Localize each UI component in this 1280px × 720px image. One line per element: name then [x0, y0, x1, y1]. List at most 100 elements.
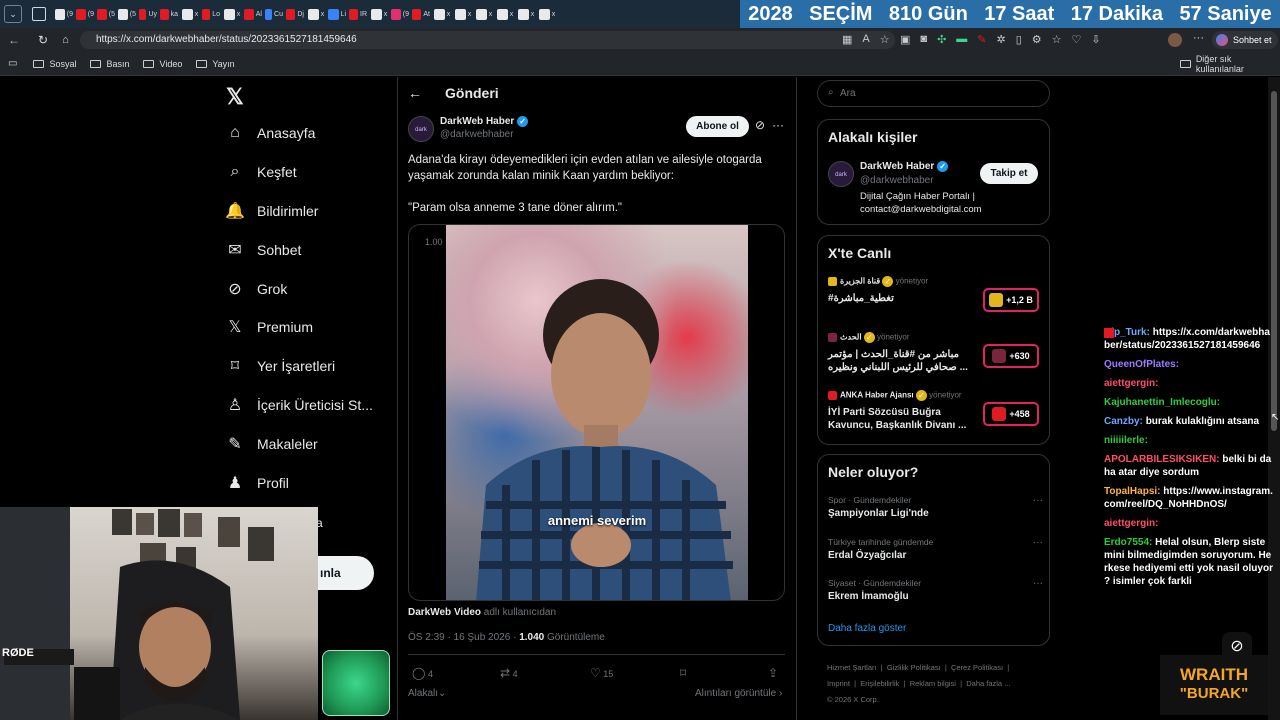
- trend-more-icon[interactable]: ···: [1033, 578, 1043, 589]
- bookmark-manager-icon[interactable]: ▭: [8, 58, 17, 69]
- browser-tab[interactable]: Al: [244, 4, 262, 24]
- browser-tab[interactable]: x: [538, 4, 556, 24]
- sidebar-item-9[interactable]: ✎ Makaleler: [226, 435, 317, 453]
- sidebar-item-8[interactable]: ♙ İçerik Üreticisi St...: [226, 396, 373, 414]
- workspaces-icon[interactable]: [32, 7, 46, 21]
- favorite-star-icon[interactable]: ☆: [880, 33, 890, 46]
- video-source-name[interactable]: DarkWeb Video: [408, 607, 481, 618]
- grid-icon[interactable]: ▦: [842, 33, 852, 46]
- repost-button[interactable]: ⇄ 4: [500, 666, 518, 680]
- browser-tab[interactable]: x: [475, 4, 493, 24]
- browser-tab[interactable]: (9: [391, 4, 409, 24]
- browser-tab[interactable]: (5: [97, 4, 115, 24]
- author-handle[interactable]: @darkwebhaber: [440, 129, 528, 140]
- browser-tab[interactable]: x: [181, 4, 199, 24]
- grok-icon[interactable]: ⊘: [755, 118, 765, 132]
- browser-tab[interactable]: Uy: [139, 4, 157, 24]
- copilot-chat-button[interactable]: Sohbet et: [1212, 31, 1278, 49]
- browser-tab[interactable]: (9: [55, 4, 73, 24]
- browser-tab[interactable]: At: [412, 4, 430, 24]
- split-screen-icon[interactable]: ▯: [1016, 33, 1022, 46]
- bookmark-folder-sosyal[interactable]: Sosyal: [33, 59, 76, 69]
- person-name[interactable]: DarkWeb Haber: [860, 161, 934, 172]
- subscribe-button[interactable]: Abone ol: [686, 116, 749, 137]
- tab-list-icon[interactable]: ⌄: [4, 5, 22, 23]
- footer-privacy[interactable]: Gizlilik Politikası: [887, 663, 941, 672]
- browser-tab[interactable]: Li: [328, 4, 346, 24]
- browser-tab[interactable]: x: [517, 4, 535, 24]
- author-name[interactable]: DarkWeb Haber: [440, 116, 514, 127]
- browser-tab[interactable]: IR: [349, 4, 367, 24]
- trend-item[interactable]: Spor · Gündemdekiler Şampiyonlar Ligi'nde…: [828, 495, 1043, 519]
- bookmark-button[interactable]: ⌑: [680, 666, 686, 680]
- like-button[interactable]: ♡ 15: [590, 666, 613, 680]
- live-item[interactable]: ANKA Haber Ajansı ✓ yönetiyor İYİ Parti S…: [828, 390, 1043, 440]
- trend-item[interactable]: Siyaset · Gündemdekiler Ekrem İmamoğlu ···: [828, 578, 1043, 602]
- footer-accessibility[interactable]: Erişilebilirlik: [860, 679, 899, 688]
- person-avatar[interactable]: dark: [828, 161, 854, 187]
- trend-more-icon[interactable]: ···: [1033, 537, 1043, 548]
- bookmark-folder-basin[interactable]: Basın: [90, 59, 129, 69]
- browser-tab[interactable]: x: [496, 4, 514, 24]
- sidebar-item-2[interactable]: ⌕ Keşfet: [226, 163, 297, 181]
- extension-icon[interactable]: ▣: [900, 33, 910, 46]
- post-more-icon[interactable]: ···: [772, 118, 784, 132]
- footer-ads[interactable]: Reklam bilgisi: [910, 679, 956, 688]
- search-box[interactable]: ⌕ Ara: [817, 80, 1050, 107]
- browser-tab[interactable]: x: [307, 4, 325, 24]
- extension-icon[interactable]: ▬: [956, 33, 967, 46]
- author-avatar[interactable]: dark: [408, 116, 434, 142]
- reply-button[interactable]: ◯ 4: [412, 666, 433, 680]
- bookmark-folder-video[interactable]: Video: [143, 59, 182, 69]
- x-logo-icon[interactable]: 𝕏: [226, 84, 244, 110]
- home-icon[interactable]: ⌂: [62, 34, 69, 46]
- sidebar-item-7[interactable]: ⌑ Yer İşaretleri: [226, 357, 335, 375]
- download-icon[interactable]: ⇩: [1091, 33, 1100, 46]
- back-arrow-icon[interactable]: ←: [408, 85, 422, 101]
- extension-icon[interactable]: ✎: [977, 33, 986, 46]
- collections-icon[interactable]: ☆: [1052, 33, 1062, 46]
- browser-tab[interactable]: x: [370, 4, 388, 24]
- health-icon[interactable]: ♡: [1072, 33, 1082, 46]
- show-more-link[interactable]: Daha fazla göster: [828, 623, 906, 634]
- browser-tab[interactable]: (5: [118, 4, 136, 24]
- post-timestamp[interactable]: ÖS 2:39 · 16 Şub 2026 ·: [408, 632, 519, 643]
- extension-icon[interactable]: ✣: [937, 33, 946, 46]
- browser-tab[interactable]: x: [454, 4, 472, 24]
- person-handle[interactable]: @darkwebhaber: [860, 175, 934, 186]
- post-button[interactable]: ınla: [316, 556, 374, 590]
- share-button[interactable]: ⇪: [768, 666, 778, 680]
- back-icon[interactable]: ←: [8, 33, 20, 47]
- refresh-icon[interactable]: ↻: [38, 33, 48, 47]
- footer-imprint[interactable]: Imprint: [827, 679, 850, 688]
- address-bar[interactable]: https://x.com/darkwebhaber/status/202336…: [80, 31, 895, 49]
- trend-item[interactable]: Türkiye tarihinde gündemde Erdal Özyağcıl…: [828, 537, 1043, 561]
- browser-tab[interactable]: x: [433, 4, 451, 24]
- profile-avatar[interactable]: [1168, 33, 1182, 47]
- live-item[interactable]: الحدث ✓ yönetiyor مباشر من #قناة_الحدث | …: [828, 332, 1043, 382]
- settings-gear-icon[interactable]: ⚙: [1032, 33, 1042, 46]
- view-quotes-link[interactable]: Alıntıları görüntüle ›: [695, 688, 782, 699]
- sidebar-item-1[interactable]: ⌂ Anasayfa: [226, 124, 315, 142]
- sidebar-item-10[interactable]: ♟ Profil: [226, 474, 289, 492]
- sidebar-item-5[interactable]: ⊘ Grok: [226, 280, 287, 298]
- related-dropdown[interactable]: Alakalı⌄: [408, 688, 446, 699]
- footer-cookies[interactable]: Çerez Politikası: [951, 663, 1003, 672]
- extension-icon[interactable]: ◙: [920, 33, 927, 46]
- browser-tab[interactable]: (9: [76, 4, 94, 24]
- bookmark-folder-yayin[interactable]: Yayın: [196, 59, 235, 69]
- footer-terms[interactable]: Hizmet Şartları: [827, 663, 877, 672]
- more-menu-icon[interactable]: ···: [1193, 32, 1204, 44]
- read-aloud-icon[interactable]: A: [862, 33, 869, 46]
- other-bookmarks-folder[interactable]: Diğer sık kullanılanlar: [1180, 54, 1280, 74]
- browser-tab[interactable]: Dj: [286, 4, 304, 24]
- browser-tab[interactable]: Cu: [265, 4, 283, 24]
- trend-more-icon[interactable]: ···: [1033, 495, 1043, 506]
- extensions-puzzle-icon[interactable]: ✲: [997, 33, 1006, 46]
- video-player[interactable]: 1.00 annemi severim: [408, 224, 785, 601]
- sidebar-item-3[interactable]: 🔔 Bildirimler: [225, 202, 318, 220]
- sidebar-item-4[interactable]: ✉ Sohbet: [226, 241, 301, 259]
- browser-tab[interactable]: Lo: [202, 4, 220, 24]
- footer-more[interactable]: Daha fazla ...: [966, 679, 1010, 688]
- sidebar-item-6[interactable]: 𝕏 Premium: [226, 318, 313, 336]
